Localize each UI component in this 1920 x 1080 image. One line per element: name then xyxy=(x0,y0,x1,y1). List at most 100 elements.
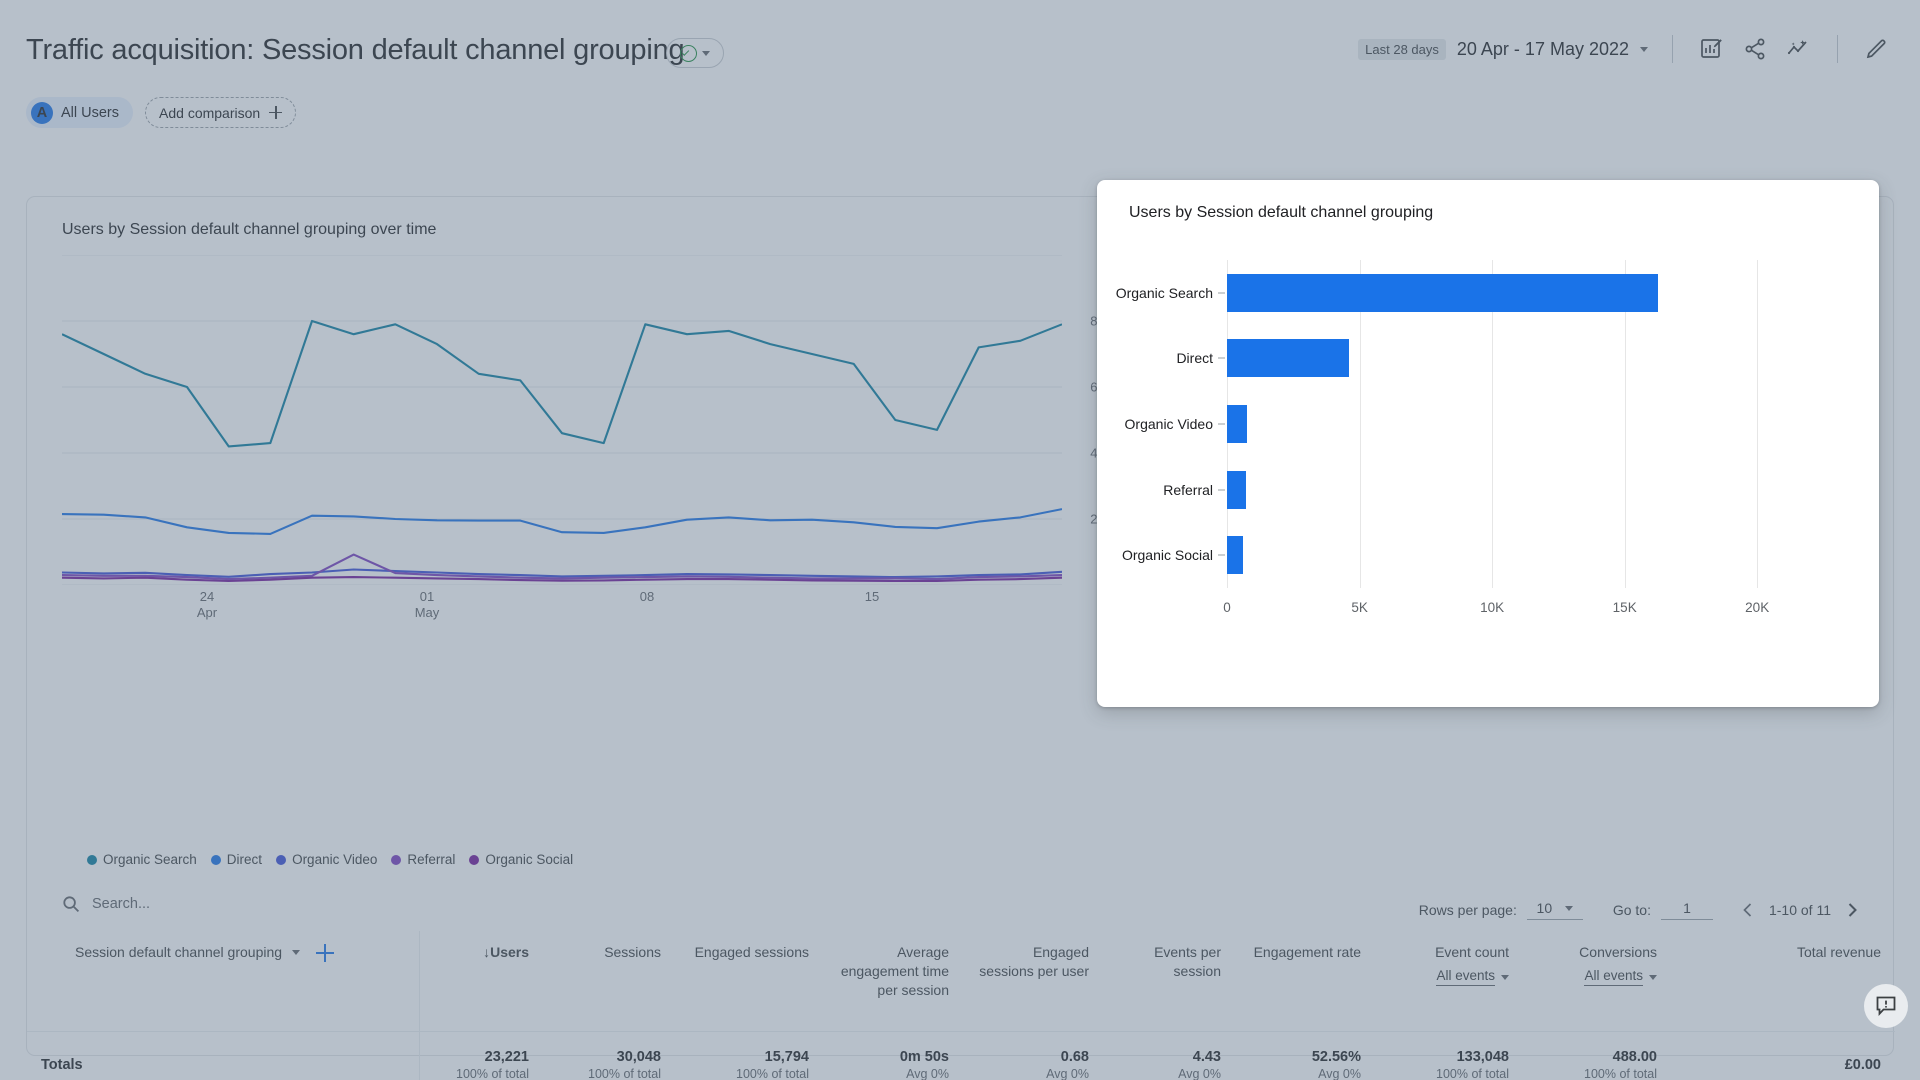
add-dimension-icon[interactable] xyxy=(316,943,335,962)
add-comparison-label: Add comparison xyxy=(159,104,261,121)
totals-cell: 15,794 100% of total xyxy=(675,1030,823,1080)
x-axis-tick: 15K xyxy=(1612,600,1637,615)
feedback-icon xyxy=(1876,996,1896,1016)
rows-per-page-select[interactable]: 10 xyxy=(1526,900,1583,920)
column-header-conversions[interactable]: Conversions All events xyxy=(1523,931,1671,1031)
bar[interactable] xyxy=(1227,273,1658,312)
axis-tick-mark xyxy=(1218,292,1225,294)
totals-cell: 133,048 100% of total xyxy=(1375,1030,1523,1080)
column-header-sessions[interactable]: Sessions xyxy=(543,931,675,1031)
x-axis-tick: 08 xyxy=(639,589,655,604)
legend-item[interactable]: Organic Video xyxy=(276,852,377,867)
x-axis-tick: 10K xyxy=(1480,600,1505,615)
column-header-average-engagement-time-per-session[interactable]: Average engagement time per session xyxy=(823,931,963,1031)
report-status-chip[interactable] xyxy=(666,38,724,68)
totals-value: 15,794 xyxy=(764,1049,809,1065)
chevron-down-icon xyxy=(1501,975,1509,980)
bar[interactable] xyxy=(1227,536,1243,575)
column-header-label: Sessions xyxy=(604,944,661,960)
column-header-engaged-sessions-per-user[interactable]: Engaged sessions per user xyxy=(963,931,1103,1031)
add-comparison-button[interactable]: Add comparison xyxy=(145,97,297,128)
totals-cell: 0m 50s Avg 0% xyxy=(823,1030,963,1080)
chart-edit-icon[interactable] xyxy=(1689,27,1733,71)
totals-label: Totals xyxy=(27,1030,419,1080)
bar[interactable] xyxy=(1227,339,1350,378)
line-chart[interactable] xyxy=(61,254,1063,586)
totals-value: 0.68 xyxy=(1060,1049,1089,1065)
app-root: Traffic acquisition: Session default cha… xyxy=(0,0,1920,1080)
x-axis-tick: 15 xyxy=(864,589,880,604)
header-toolbar: Last 28 days 20 Apr - 17 May 2022 xyxy=(1358,28,1898,70)
legend-item[interactable]: Direct xyxy=(210,852,263,867)
column-header-label: Engaged sessions xyxy=(694,944,809,960)
bar[interactable] xyxy=(1227,470,1246,509)
axis-tick-mark xyxy=(1218,423,1225,425)
chart-popup-card[interactable]: Users by Session default channel groupin… xyxy=(1097,180,1879,707)
column-header-label: Average engagement time per session xyxy=(840,944,949,998)
bar-category-label: Organic Social xyxy=(1121,547,1213,564)
column-header-events-per-session[interactable]: Events per session xyxy=(1103,931,1235,1031)
legend-label: Direct xyxy=(226,852,263,867)
column-header-dimension[interactable]: Session default channel grouping xyxy=(27,931,419,1031)
pagination: Rows per page: 10 Go to: 1 1-10 of 11 xyxy=(1419,893,1869,927)
legend-color-dot xyxy=(210,854,221,865)
totals-subtext: Avg 0% xyxy=(906,1067,949,1080)
totals-value: £0.00 xyxy=(1844,1057,1881,1073)
all-users-chip[interactable]: A All Users xyxy=(26,97,134,128)
grid-line xyxy=(1757,260,1759,588)
table-toolbar: Search... Rows per page: 10 Go to: 1 1-1… xyxy=(27,887,1895,931)
events-selector[interactable]: All events xyxy=(1436,966,1495,986)
column-header-engagement-rate[interactable]: Engagement rate xyxy=(1235,931,1375,1031)
axis-tick-mark xyxy=(1218,489,1225,491)
table-row-totals: Totals 23,221 100% of total 30,048 100% of t… xyxy=(27,1030,1895,1080)
column-header-label: Event count xyxy=(1435,944,1509,960)
legend-item[interactable]: Organic Search xyxy=(87,852,197,867)
plus-icon xyxy=(269,106,283,119)
next-page-button[interactable] xyxy=(1835,893,1869,927)
column-header-engaged-sessions[interactable]: Engaged sessions xyxy=(675,931,823,1031)
chevron-down-icon xyxy=(1649,975,1657,980)
legend-color-dot xyxy=(391,854,402,865)
totals-value: 488.00 xyxy=(1612,1049,1657,1065)
x-axis-tick: 20K xyxy=(1745,600,1770,615)
totals-value: 23,221 xyxy=(484,1049,529,1065)
search-placeholder: Search... xyxy=(92,896,151,912)
chevron-down-icon xyxy=(702,50,710,56)
feedback-button[interactable] xyxy=(1864,984,1908,1028)
column-header-users[interactable]: ↓Users xyxy=(419,931,543,1031)
x-axis-tick: 01 May xyxy=(414,589,440,620)
totals-value: 133,048 xyxy=(1456,1049,1509,1065)
bar[interactable] xyxy=(1227,405,1247,443)
chevron-left-icon xyxy=(1743,903,1752,917)
prev-page-button[interactable] xyxy=(1731,893,1765,927)
legend-item[interactable]: Organic Social xyxy=(469,852,573,867)
column-divider xyxy=(419,931,420,1080)
legend-color-dot xyxy=(87,854,97,865)
chevron-down-icon[interactable] xyxy=(1640,46,1648,52)
bar-chart[interactable]: Organic Search Direct Organic Video Referra… xyxy=(1116,260,1797,630)
column-header-label: ↓Users xyxy=(483,944,529,960)
legend-item[interactable]: Referral xyxy=(391,852,455,867)
insights-icon[interactable] xyxy=(1777,27,1821,71)
totals-cell: 488.00 100% of total xyxy=(1523,1030,1671,1080)
legend-label: Organic Video xyxy=(292,852,378,867)
pencil-edit-icon[interactable] xyxy=(1854,27,1898,71)
line-chart-legend: Organic Search Direct Organic Video Referra… xyxy=(87,852,580,867)
rows-per-page-label: Rows per page: xyxy=(1418,902,1517,918)
legend-color-dot xyxy=(276,854,287,865)
date-range-label[interactable]: 20 Apr - 17 May 2022 xyxy=(1457,39,1629,60)
share-icon[interactable] xyxy=(1733,27,1777,71)
totals-cell: 4.43 Avg 0% xyxy=(1103,1030,1235,1080)
events-selector[interactable]: All events xyxy=(1584,966,1643,986)
column-header-label: Conversions xyxy=(1579,944,1657,960)
divider xyxy=(1837,35,1838,63)
popup-chart-title: Users by Session default channel groupin… xyxy=(1129,204,1434,221)
totals-cell: £0.00 xyxy=(1671,1030,1895,1080)
go-to-input[interactable]: 1 xyxy=(1660,900,1713,920)
table-header-row: Session default channel grouping ↓Users Se… xyxy=(27,931,1895,1031)
search-input[interactable]: Search... xyxy=(62,895,150,913)
column-header-event-count[interactable]: Event count All events xyxy=(1375,931,1523,1031)
bar-category-label: Organic Video xyxy=(1124,416,1213,432)
line-chart-title: Users by Session default channel groupin… xyxy=(62,221,437,238)
column-header-total-revenue[interactable]: Total revenue xyxy=(1671,931,1895,1031)
